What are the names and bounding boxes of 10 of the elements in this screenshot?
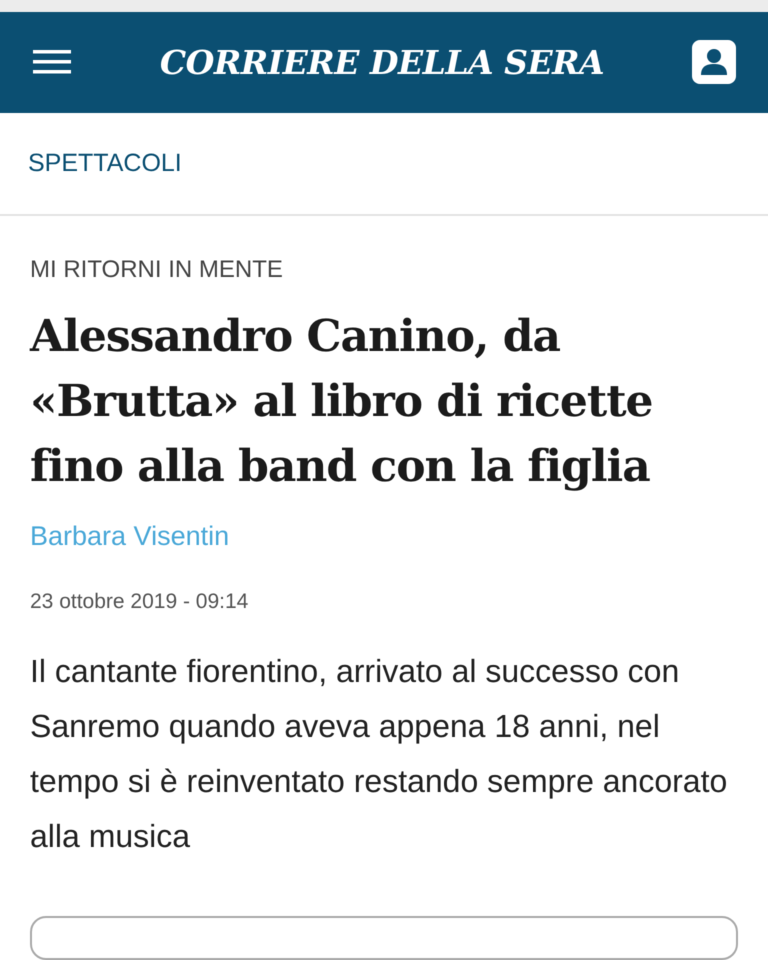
account-button[interactable]	[692, 40, 736, 84]
user-icon	[699, 47, 729, 78]
article-date: 23 ottobre 2019 - 09:14	[30, 590, 250, 614]
menu-icon	[33, 50, 71, 74]
article-title: Alessandro Canino, da «Brutta» al libro di ricette fino alla band con la figlia	[30, 310, 654, 494]
article-summary: Il cantante fiorentino, arrivato al successo con Sanremo quando aveva appena 18 anni, nel tempo si è reinventato restando sempre ancorato alla musica	[30, 652, 728, 856]
article-kicker: MI RITORNI IN MENTE	[30, 256, 284, 284]
section-link[interactable]: SPETTACOLI	[28, 148, 182, 178]
logo[interactable]: CORRIERE DELLA SERA	[160, 42, 604, 82]
menu-button[interactable]	[32, 48, 72, 76]
